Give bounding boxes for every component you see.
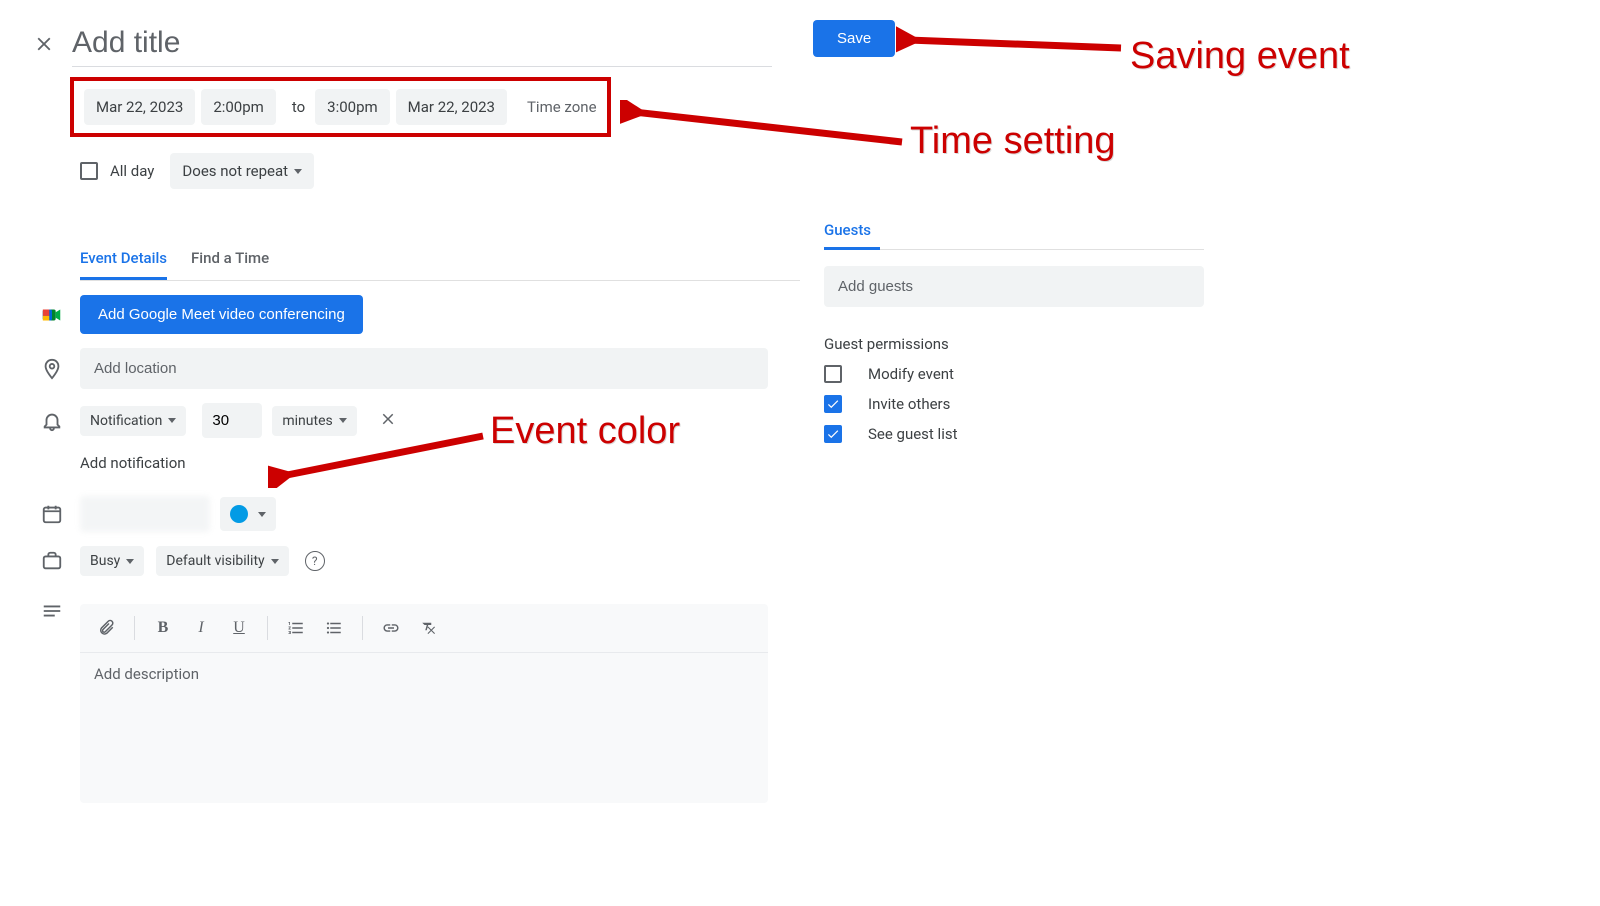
- notification-type-label: Notification: [90, 413, 162, 429]
- link-button[interactable]: [375, 612, 407, 644]
- save-button[interactable]: Save: [813, 20, 895, 57]
- notification-unit-dropdown[interactable]: minutes: [272, 406, 356, 436]
- add-meet-button[interactable]: Add Google Meet video conferencing: [80, 295, 363, 334]
- notification-value-input[interactable]: [202, 403, 262, 438]
- meet-icon: [41, 304, 63, 326]
- attachment-button[interactable]: [90, 612, 122, 644]
- invite-others-checkbox[interactable]: [824, 395, 842, 413]
- repeat-label: Does not repeat: [182, 162, 288, 180]
- chevron-down-icon: [126, 559, 134, 564]
- bulleted-list-button[interactable]: [318, 612, 350, 644]
- toolbar-separator: [267, 616, 268, 640]
- description-textarea[interactable]: Add description: [80, 653, 768, 803]
- italic-button[interactable]: I: [185, 612, 217, 644]
- notification-unit-label: minutes: [282, 413, 332, 429]
- toolbar-separator: [362, 616, 363, 640]
- location-input[interactable]: [80, 348, 768, 389]
- location-icon: [41, 358, 63, 380]
- numbered-list-icon: [287, 619, 305, 637]
- visibility-dropdown[interactable]: Default visibility: [156, 546, 288, 576]
- tab-event-details[interactable]: Event Details: [80, 239, 167, 280]
- add-notification-link[interactable]: Add notification: [80, 454, 800, 472]
- event-title-input[interactable]: [72, 20, 772, 67]
- visibility-label: Default visibility: [166, 553, 264, 569]
- timezone-link[interactable]: Time zone: [527, 98, 597, 116]
- chevron-down-icon: [258, 512, 266, 517]
- color-swatch-icon: [230, 505, 248, 523]
- add-guests-input[interactable]: [824, 266, 1204, 307]
- availability-label: Busy: [90, 553, 120, 569]
- description-icon: [41, 600, 63, 622]
- event-color-dropdown[interactable]: [220, 497, 276, 531]
- toolbar-separator: [134, 616, 135, 640]
- end-date-chip[interactable]: Mar 22, 2023: [396, 89, 507, 125]
- time-setting-row: Mar 22, 2023 2:00pm to 3:00pm Mar 22, 20…: [70, 77, 611, 137]
- chevron-down-icon: [271, 559, 279, 564]
- description-toolbar: B I U: [80, 604, 768, 653]
- all-day-checkbox[interactable]: [80, 162, 98, 180]
- invite-others-label: Invite others: [868, 395, 950, 413]
- see-guest-list-label: See guest list: [868, 425, 958, 443]
- start-time-chip[interactable]: 2:00pm: [201, 89, 276, 125]
- bold-button[interactable]: B: [147, 612, 179, 644]
- chevron-down-icon: [168, 418, 176, 423]
- remove-notification-button[interactable]: [373, 404, 403, 438]
- modify-event-label: Modify event: [868, 365, 954, 383]
- close-icon: [33, 33, 55, 55]
- repeat-dropdown[interactable]: Does not repeat: [170, 153, 314, 189]
- calendar-name-blurred[interactable]: [80, 496, 210, 532]
- link-icon: [382, 619, 400, 637]
- help-icon[interactable]: ?: [305, 551, 325, 571]
- numbered-list-button[interactable]: [280, 612, 312, 644]
- chevron-down-icon: [339, 418, 347, 423]
- modify-event-checkbox[interactable]: [824, 365, 842, 383]
- tab-guests[interactable]: Guests: [824, 211, 1204, 250]
- clear-formatting-button[interactable]: [413, 612, 445, 644]
- guest-permissions-title: Guest permissions: [824, 335, 1204, 353]
- close-icon: [379, 410, 397, 428]
- see-guest-list-checkbox[interactable]: [824, 425, 842, 443]
- underline-button[interactable]: U: [223, 612, 255, 644]
- to-label: to: [292, 98, 305, 116]
- briefcase-icon: [41, 550, 63, 572]
- chevron-down-icon: [294, 169, 302, 174]
- bell-icon: [41, 410, 63, 432]
- all-day-label: All day: [110, 162, 154, 180]
- calendar-icon: [41, 503, 63, 525]
- notification-type-dropdown[interactable]: Notification: [80, 406, 186, 436]
- end-time-chip[interactable]: 3:00pm: [315, 89, 390, 125]
- description-box: B I U: [80, 604, 768, 803]
- paperclip-icon: [97, 619, 115, 637]
- bulleted-list-icon: [325, 619, 343, 637]
- availability-dropdown[interactable]: Busy: [80, 546, 144, 576]
- tab-find-a-time[interactable]: Find a Time: [191, 239, 269, 280]
- clear-format-icon: [420, 619, 438, 637]
- close-button[interactable]: [24, 24, 64, 64]
- start-date-chip[interactable]: Mar 22, 2023: [84, 89, 195, 125]
